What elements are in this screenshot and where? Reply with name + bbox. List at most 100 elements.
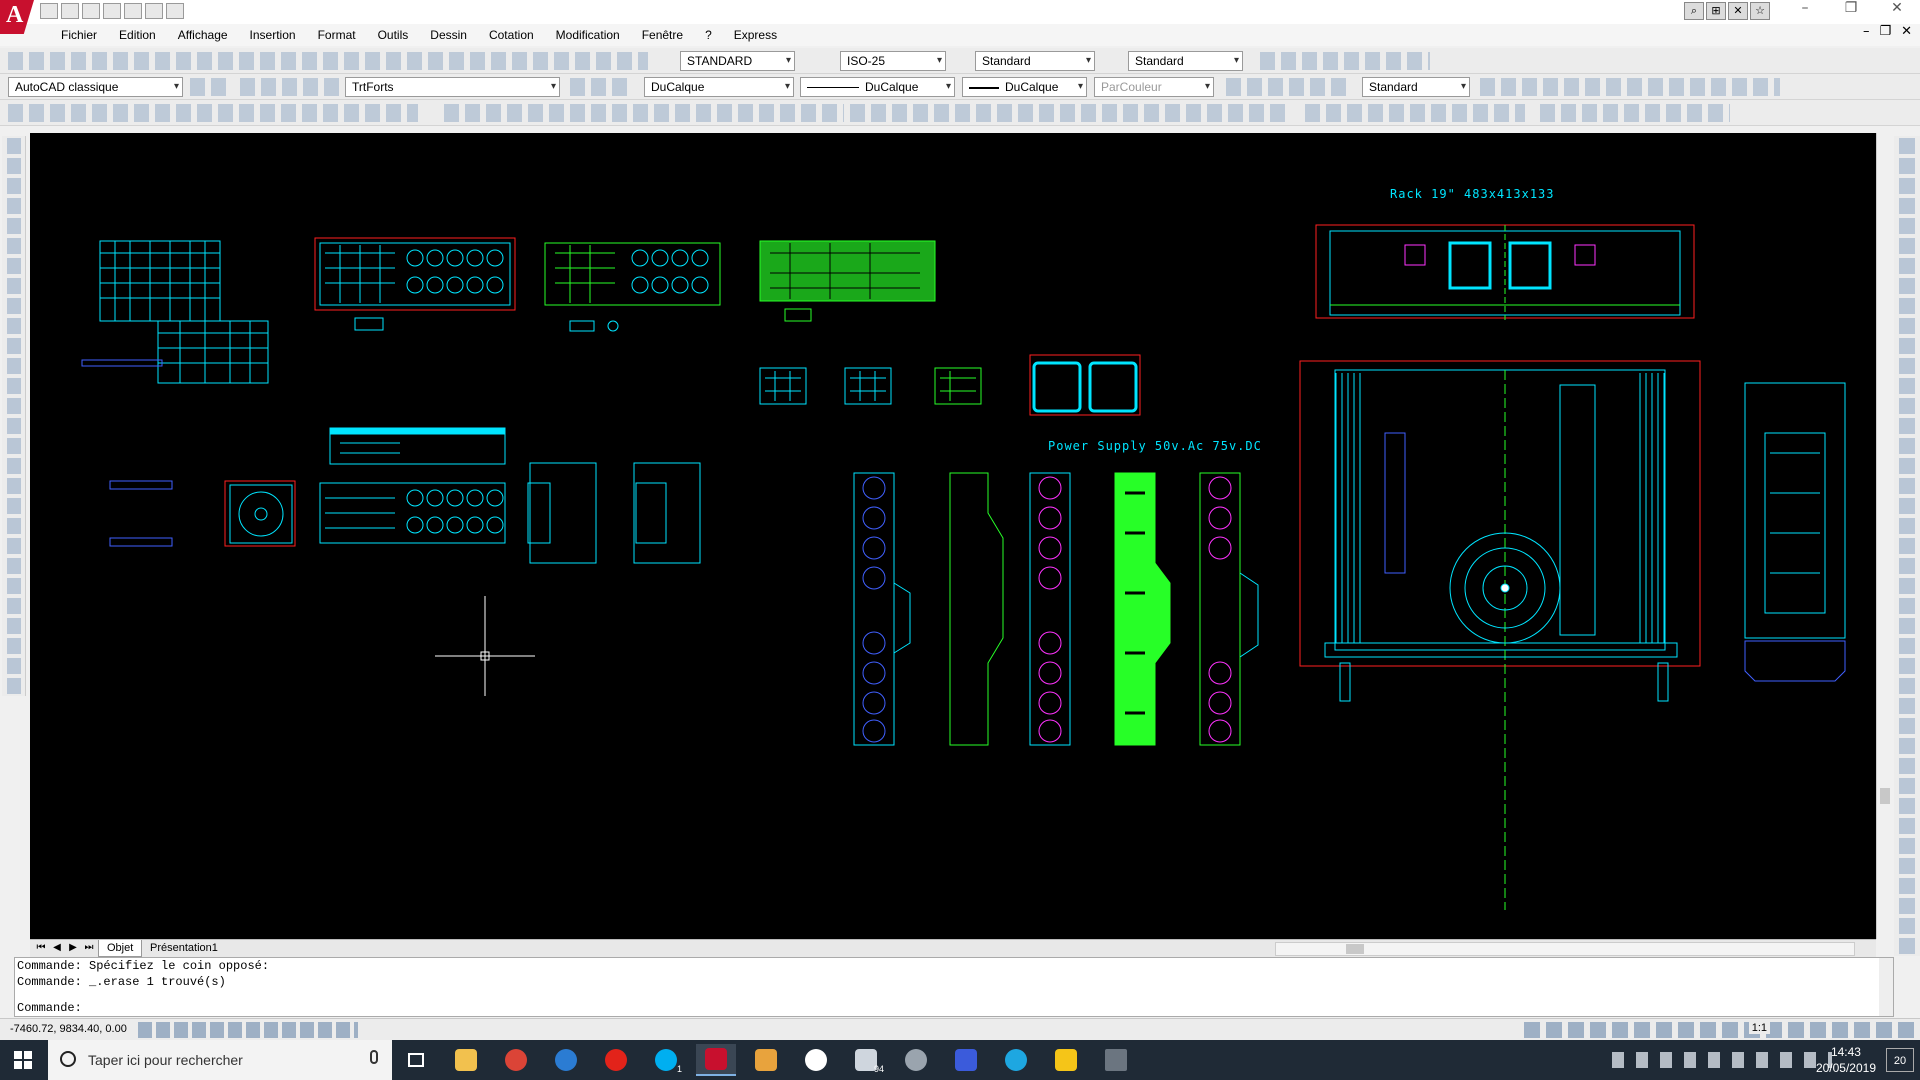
command-history-line: Commande: _.erase 1 trouvé(s) bbox=[17, 975, 226, 989]
maximize-window-button[interactable]: ❐ bbox=[1828, 0, 1874, 24]
pcb-top-1 bbox=[314, 237, 516, 331]
workspace-combo[interactable]: AutoCAD classique bbox=[8, 77, 183, 97]
multileader-style-combo[interactable]: Standard bbox=[1128, 51, 1243, 71]
view-tools-icons[interactable] bbox=[1226, 78, 1346, 96]
plotstyle-combo[interactable]: ParCouleur bbox=[1094, 77, 1214, 97]
close-window-button[interactable]: ✕ bbox=[1874, 0, 1920, 24]
vertical-scroll-thumb[interactable] bbox=[1880, 788, 1890, 804]
menu-outils[interactable]: Outils bbox=[367, 28, 420, 42]
layer-state-icons[interactable] bbox=[240, 78, 340, 96]
linetype-preview bbox=[807, 87, 859, 89]
canvas-vertical-scrollbar[interactable] bbox=[1876, 133, 1892, 939]
taskbar-app-pencil[interactable] bbox=[1046, 1044, 1086, 1076]
zoom-toolbar-icons[interactable] bbox=[1305, 104, 1525, 122]
last-tab-icon[interactable]: ⏭ bbox=[82, 942, 96, 953]
taskbar-skype[interactable]: 1 bbox=[646, 1044, 686, 1076]
dim-style-combo[interactable]: ISO-25 bbox=[840, 51, 946, 71]
task-view-button[interactable] bbox=[396, 1044, 436, 1076]
visual-style-combo[interactable]: Standard bbox=[1362, 77, 1470, 97]
taskbar-app-gear[interactable] bbox=[896, 1044, 936, 1076]
menu-edition[interactable]: Edition bbox=[108, 28, 167, 42]
taskbar-app-search[interactable] bbox=[996, 1044, 1036, 1076]
new-file-icon[interactable] bbox=[40, 3, 58, 19]
menu-dessin[interactable]: Dessin bbox=[419, 28, 478, 42]
save-icon[interactable] bbox=[82, 3, 100, 19]
layer-combo[interactable]: TrtForts bbox=[345, 77, 560, 97]
standard-toolbar-icons[interactable] bbox=[8, 52, 648, 70]
undo-icon[interactable] bbox=[145, 3, 163, 19]
open-file-icon[interactable] bbox=[61, 3, 79, 19]
taskbar-edge[interactable] bbox=[546, 1044, 586, 1076]
taskbar-search-box[interactable]: Taper ici pour rechercher bbox=[48, 1040, 392, 1080]
menu-insertion[interactable]: Insertion bbox=[239, 28, 307, 42]
status-bar: -7460.72, 9834.40, 0.00 1:1 bbox=[0, 1018, 1920, 1040]
favorites-star-icon[interactable]: ☆ bbox=[1750, 2, 1770, 20]
psu-boards bbox=[853, 472, 1259, 746]
toolbar3-extra-icons[interactable] bbox=[1540, 104, 1730, 122]
menu-fichier[interactable]: Fichier bbox=[50, 28, 108, 42]
taskbar-app-feather[interactable] bbox=[796, 1044, 836, 1076]
menu-cotation[interactable]: Cotation bbox=[478, 28, 545, 42]
notification-center-button[interactable]: 20 bbox=[1886, 1048, 1914, 1072]
microphone-icon[interactable] bbox=[370, 1050, 378, 1064]
taskbar-chrome[interactable] bbox=[496, 1044, 536, 1076]
lineweight-value: DuCalque bbox=[1005, 80, 1059, 94]
menu-format[interactable]: Format bbox=[307, 28, 367, 42]
horizontal-scroll-thumb[interactable] bbox=[1346, 944, 1364, 954]
dimension-toolbar-icons[interactable] bbox=[444, 104, 844, 122]
draw-toolbar[interactable] bbox=[2, 136, 26, 696]
taskbar-autocad[interactable] bbox=[696, 1044, 736, 1076]
minimize-window-button[interactable]: – bbox=[1782, 0, 1828, 24]
tab-presentation1[interactable]: Présentation1 bbox=[142, 940, 226, 957]
taskbar-app-blue[interactable] bbox=[946, 1044, 986, 1076]
drawing-canvas[interactable]: Power Supply 50v.Ac 75v.DC Rack 19" 483x… bbox=[30, 133, 1876, 939]
taskbar-calculator[interactable] bbox=[1096, 1044, 1136, 1076]
text-toolbar-icons[interactable] bbox=[850, 104, 1290, 122]
save-as-icon[interactable] bbox=[103, 3, 121, 19]
prev-tab-icon[interactable]: ◀ bbox=[50, 942, 64, 953]
drawing-close-button[interactable]: ✕ bbox=[1901, 24, 1912, 39]
menu-help[interactable]: ? bbox=[694, 28, 723, 42]
lineweight-combo[interactable]: DuCalque bbox=[962, 77, 1087, 97]
communication-icon[interactable]: ⊞ bbox=[1706, 2, 1726, 20]
command-prompt[interactable]: Commande: bbox=[17, 1001, 82, 1015]
layer-tools-icons[interactable] bbox=[570, 78, 630, 96]
menu-modification[interactable]: Modification bbox=[545, 28, 631, 42]
command-scrollbar[interactable] bbox=[1879, 958, 1893, 1016]
coordinates-readout[interactable]: -7460.72, 9834.40, 0.00 bbox=[10, 1023, 127, 1035]
first-tab-icon[interactable]: ⏮ bbox=[34, 942, 48, 953]
menu-fenetre[interactable]: Fenêtre bbox=[631, 28, 694, 42]
linetype-combo[interactable]: DuCalque bbox=[800, 77, 955, 97]
drawing-restore-button[interactable]: ❐ bbox=[1879, 24, 1891, 39]
toolbar1-extra-icons[interactable] bbox=[1260, 52, 1430, 70]
close-search-icon[interactable]: ✕ bbox=[1728, 2, 1748, 20]
modify-toolbar-icons[interactable] bbox=[8, 104, 418, 122]
menu-express[interactable]: Express bbox=[723, 28, 788, 42]
workspace-icons[interactable] bbox=[190, 78, 230, 96]
table-style-combo[interactable]: Standard bbox=[975, 51, 1095, 71]
taskbar-opera[interactable] bbox=[596, 1044, 636, 1076]
drafting-settings-icons[interactable] bbox=[138, 1022, 358, 1038]
taskbar-clock[interactable]: 14:43 20/05/2019 bbox=[1816, 1044, 1876, 1076]
text-style-combo[interactable]: STANDARD bbox=[680, 51, 795, 71]
mail-badge: 94 bbox=[873, 1064, 884, 1074]
print-icon[interactable] bbox=[124, 3, 142, 19]
tab-objet[interactable]: Objet bbox=[98, 940, 143, 957]
taskbar-mail[interactable]: 94 bbox=[846, 1044, 886, 1076]
canvas-horizontal-scrollbar[interactable] bbox=[1275, 942, 1855, 956]
annotation-scale[interactable]: 1:1 bbox=[1748, 1022, 1770, 1034]
redo-icon[interactable] bbox=[166, 3, 184, 19]
taskbar-app-orange[interactable] bbox=[746, 1044, 786, 1076]
drawing-minimize-button[interactable]: – bbox=[1863, 24, 1870, 39]
system-tray-icons[interactable] bbox=[1612, 1052, 1832, 1068]
menu-affichage[interactable]: Affichage bbox=[167, 28, 239, 42]
modify-side-toolbar[interactable] bbox=[1894, 136, 1920, 956]
search-icon[interactable]: ⌕ bbox=[1684, 2, 1704, 20]
next-tab-icon[interactable]: ▶ bbox=[66, 942, 80, 953]
status-tray-icons[interactable] bbox=[1524, 1022, 1914, 1038]
start-button[interactable] bbox=[0, 1040, 48, 1080]
toolbar2-extra-icons[interactable] bbox=[1480, 78, 1780, 96]
taskbar-explorer[interactable] bbox=[446, 1044, 486, 1076]
command-line[interactable]: Commande: Spécifiez le coin opposé: Comm… bbox=[14, 957, 1894, 1017]
color-combo[interactable]: DuCalque bbox=[644, 77, 794, 97]
